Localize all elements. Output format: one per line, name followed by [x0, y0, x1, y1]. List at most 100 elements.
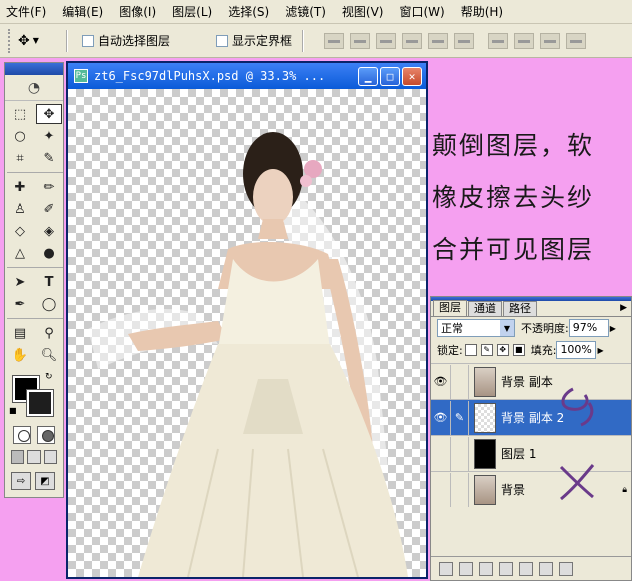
lasso-tool-icon[interactable]: ○ [7, 126, 33, 146]
tool-separator [7, 318, 63, 319]
auto-select-option[interactable]: 自动选择图层 [82, 32, 170, 49]
history-brush-tool-icon[interactable]: ✐ [36, 199, 62, 219]
align-hcenter-button[interactable] [428, 32, 449, 49]
type-tool-icon[interactable]: T [36, 272, 62, 292]
new-layer-button[interactable] [539, 561, 553, 576]
hand-tool-icon[interactable]: ✋ [7, 345, 33, 365]
standard-mode-button[interactable] [13, 426, 31, 444]
zoom-tool-icon[interactable]: 🔍︎ [36, 345, 62, 365]
menu-help[interactable]: 帮助(H) [461, 3, 503, 20]
marquee-tool-icon[interactable]: ⬚ [7, 104, 33, 124]
link-slot[interactable] [451, 364, 469, 399]
lock-position-icon[interactable]: ✥ [496, 344, 509, 356]
menu-file[interactable]: 文件(F) [6, 3, 46, 20]
tool-preset-picker[interactable]: ✥ ▼ [18, 30, 56, 52]
document-titlebar[interactable]: Ps zt6_Fsc97dlPuhsX.psd @ 33.3% ... ▁ □ … [68, 63, 426, 89]
tab-layers[interactable]: 图层 [433, 300, 467, 316]
delete-layer-button[interactable] [559, 561, 573, 576]
options-grip[interactable] [8, 28, 12, 53]
image-canvas[interactable] [68, 89, 426, 577]
brush-icon[interactable]: ✎ [451, 400, 469, 435]
add-mask-button[interactable] [479, 561, 493, 576]
slice-tool-icon[interactable]: ✎ [36, 148, 62, 168]
default-colors-icon[interactable]: ■ [9, 406, 17, 415]
paint-bucket-tool-icon[interactable]: ◈ [36, 221, 62, 241]
notes-tool-icon[interactable]: ▤ [7, 323, 33, 343]
magic-wand-tool-icon[interactable]: ✦ [36, 126, 62, 146]
close-button[interactable]: ✕ [402, 67, 422, 86]
pen-tool-icon[interactable]: ✒ [7, 294, 33, 314]
clone-stamp-tool-icon[interactable]: ♙ [7, 199, 33, 219]
lock-all-icon[interactable]: ■ [512, 344, 525, 356]
menu-image[interactable]: 图像(I) [119, 3, 156, 20]
distribute-top-button[interactable] [488, 32, 509, 49]
eye-icon[interactable]: 👁︎ [431, 364, 451, 399]
fill-input[interactable]: 100% [556, 341, 597, 359]
dodge-tool-icon[interactable]: ● [36, 243, 62, 263]
distribute-bottom-button[interactable] [540, 32, 561, 49]
distribute-vcenter-button[interactable] [514, 32, 535, 49]
align-vcenter-button[interactable] [350, 32, 371, 49]
document-window: Ps zt6_Fsc97dlPuhsX.psd @ 33.3% ... ▁ □ … [66, 61, 428, 579]
menu-filter[interactable]: 滤镜(T) [285, 3, 326, 20]
menu-layer[interactable]: 图层(L) [172, 3, 212, 20]
eyedropper-tool-icon[interactable]: ⚲ [36, 323, 62, 343]
maximize-button[interactable]: □ [380, 67, 400, 86]
eye-icon[interactable]: 👁︎ [431, 400, 451, 435]
link-slot[interactable] [451, 472, 469, 507]
eye-slot[interactable] [431, 472, 451, 507]
layer-style-button[interactable] [459, 561, 473, 576]
link-layers-button[interactable] [439, 561, 453, 576]
path-selection-tool-icon[interactable]: ➤ [7, 272, 33, 292]
move-tool-icon[interactable]: ✥ [36, 104, 62, 124]
swap-colors-icon[interactable]: ↻ [45, 372, 53, 382]
tab-channels[interactable]: 通道 [468, 301, 502, 316]
new-adjustment-button[interactable] [519, 561, 533, 576]
healing-brush-tool-icon[interactable]: ✚ [7, 177, 33, 197]
eraser-tool-icon[interactable]: ◇ [7, 221, 33, 241]
brush-tool-icon[interactable]: ✏ [36, 177, 62, 197]
document-title: zt6_Fsc97dlPuhsX.psd @ 33.3% ... [94, 69, 326, 83]
menu-window[interactable]: 窗口(W) [399, 3, 444, 20]
distribute-buttons [488, 32, 587, 49]
opacity-arrow-icon[interactable]: ▶ [610, 324, 620, 333]
jump-to-imageready-icon[interactable]: ⇨ [11, 472, 31, 490]
full-screen-button[interactable] [43, 450, 57, 464]
panel-menu-icon[interactable]: ▶ [620, 303, 627, 313]
link-slot[interactable] [451, 436, 469, 471]
standard-screen-button[interactable] [11, 450, 25, 464]
toolbox-titlebar[interactable] [5, 63, 63, 75]
fill-arrow-icon[interactable]: ▶ [597, 346, 607, 355]
menu-select[interactable]: 选择(S) [228, 3, 269, 20]
tab-paths[interactable]: 路径 [503, 301, 537, 316]
minimize-button[interactable]: ▁ [358, 67, 378, 86]
annotation-line: 橡皮擦去头纱 [432, 183, 595, 212]
blur-tool-icon[interactable]: △ [7, 243, 33, 263]
lock-transparent-icon[interactable] [464, 344, 477, 356]
lock-image-icon[interactable]: ✎ [480, 344, 493, 356]
opacity-input[interactable]: 97% [568, 319, 609, 337]
annotation-line: 合并可见图层 [432, 235, 595, 264]
document-icon: Ps [74, 69, 88, 83]
show-bounds-checkbox[interactable] [216, 34, 229, 47]
handwritten-six-mark [561, 387, 594, 427]
distribute-left-button[interactable] [566, 32, 587, 49]
feather-logo-icon[interactable]: ◔ [5, 75, 63, 101]
eye-slot[interactable] [431, 436, 451, 471]
align-right-button[interactable] [454, 32, 475, 49]
align-left-button[interactable] [402, 32, 423, 49]
menu-view[interactable]: 视图(V) [342, 3, 384, 20]
show-bounds-option[interactable]: 显示定界框 [216, 32, 292, 49]
ellipse-tool-icon[interactable]: ◯ [36, 294, 62, 314]
background-color-swatch[interactable] [26, 389, 54, 417]
align-top-button[interactable] [324, 32, 345, 49]
auto-select-checkbox[interactable] [82, 34, 94, 47]
blend-mode-select[interactable]: 正常 ▼ [437, 319, 515, 337]
crop-tool-icon[interactable]: ⌗ [7, 148, 33, 168]
menu-edit[interactable]: 编辑(E) [62, 3, 103, 20]
imageready-icon[interactable]: ◩ [35, 472, 55, 490]
align-bottom-button[interactable] [376, 32, 397, 49]
full-screen-menu-button[interactable] [27, 450, 41, 464]
quick-mask-button[interactable] [37, 426, 55, 444]
new-group-button[interactable] [499, 561, 513, 576]
